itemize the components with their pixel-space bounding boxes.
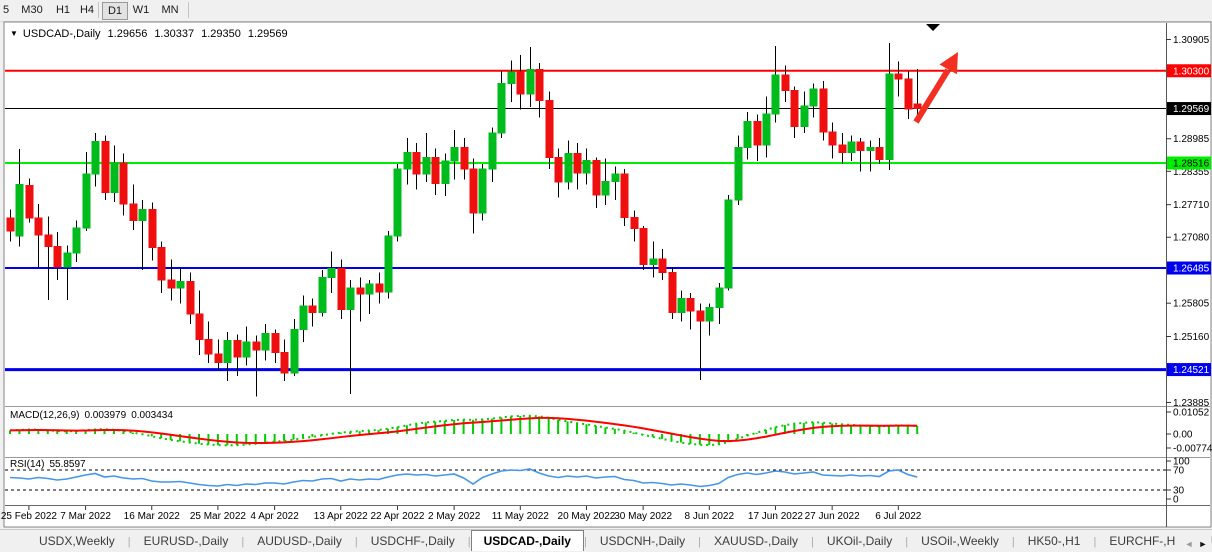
date-tick-label: 30 May 2022 — [614, 511, 672, 522]
chart-title: ▼ USDCAD-,Daily 1.29656 1.30337 1.29350 1.295… — [10, 28, 288, 40]
tab-ukoil-daily[interactable]: UKOil-,Daily — [814, 531, 905, 552]
rsi-axis-label: 70 — [1173, 466, 1185, 477]
macd-main-value: 0.003979 — [84, 410, 126, 421]
macd-axis-label: 0.01052 — [1173, 408, 1210, 419]
rsi-axis-label: 0 — [1173, 495, 1179, 506]
date-tick-label: 13 Apr 2022 — [314, 511, 368, 522]
tab-xauusd-daily[interactable]: XAUUSD-,Daily — [701, 531, 811, 552]
tab-audusd-daily[interactable]: AUDUSD-,Daily — [244, 531, 355, 552]
tab-usoil-weekly[interactable]: USOil-,Weekly — [908, 531, 1012, 552]
price-tick-label: 1.27080 — [1173, 233, 1210, 244]
rsi-label: RSI(14) 55.8597 — [10, 459, 86, 470]
tab-scroll-right-icon[interactable]: ► — [1196, 539, 1210, 549]
date-tick-label: 16 Mar 2022 — [124, 511, 181, 522]
date-tick-label: 25 Feb 2022 — [1, 511, 58, 522]
macd-signal-value: 0.003434 — [131, 410, 173, 421]
date-tick-label: 20 May 2022 — [558, 511, 616, 522]
tab-usdchf-daily[interactable]: USDCHF-,Daily — [358, 531, 468, 552]
macd-axis-label: -0.007744 — [1173, 444, 1212, 455]
date-tick-label: 27 Jun 2022 — [805, 511, 860, 522]
ohlc-open: 1.29656 — [108, 28, 148, 40]
date-tick-label: 11 May 2022 — [492, 511, 550, 522]
date-tick-label: 6 Jul 2022 — [875, 511, 922, 522]
ohlc-low: 1.29350 — [201, 28, 241, 40]
date-tick-label: 2 May 2022 — [428, 511, 481, 522]
date-tick-label: 22 Apr 2022 — [370, 511, 424, 522]
price-tick-label: 1.25805 — [1173, 299, 1210, 310]
price-box-label: 1.29569 — [1173, 104, 1210, 115]
chart-symbol-label: USDCAD-,Daily — [23, 28, 101, 40]
macd-indicator-name: MACD(12,26,9) — [10, 410, 79, 421]
symbol-tab-bar: USDX,Weekly|EURUSD-,Daily|AUDUSD-,Daily|… — [0, 529, 1212, 552]
rsi-indicator-name: RSI(14) — [10, 459, 44, 470]
macd-axis-label: 0.00 — [1173, 430, 1193, 441]
ohlc-high: 1.30337 — [154, 28, 194, 40]
rsi-value: 55.8597 — [49, 459, 85, 470]
tab-usdcnh-daily[interactable]: USDCNH-,Daily — [587, 531, 698, 552]
symbol-dropdown-icon[interactable]: ▼ — [10, 29, 18, 38]
tab-scrollers: ◄► — [1176, 534, 1210, 552]
date-tick-label: 25 Mar 2022 — [190, 511, 247, 522]
price-chart[interactable]: 1.309051.289851.283551.277101.270801.258… — [0, 0, 1212, 551]
date-tick-label: 8 Jun 2022 — [685, 511, 735, 522]
price-tick-label: 1.27710 — [1173, 200, 1210, 211]
price-box-label: 1.26485 — [1173, 264, 1210, 275]
price-tick-label: 1.30905 — [1173, 35, 1210, 46]
macd-label: MACD(12,26,9) 0.003979 0.003434 — [10, 410, 173, 421]
price-box-label: 1.30300 — [1173, 66, 1210, 77]
tab-usdx-weekly[interactable]: USDX,Weekly — [26, 531, 128, 552]
ohlc-close: 1.29569 — [248, 28, 288, 40]
price-tick-label: 1.25160 — [1173, 332, 1210, 343]
price-tick-label: 1.28985 — [1173, 134, 1210, 145]
price-box-label: 1.28516 — [1173, 159, 1210, 170]
tab-usdcad-daily[interactable]: USDCAD-,Daily — [471, 530, 584, 551]
price-box-label: 1.24521 — [1173, 365, 1210, 376]
tab-eurusd-daily[interactable]: EURUSD-,Daily — [131, 531, 242, 552]
date-tick-label: 4 Apr 2022 — [250, 511, 299, 522]
date-tick-label: 17 Jun 2022 — [748, 511, 803, 522]
date-tick-label: 7 Mar 2022 — [60, 511, 111, 522]
tab-scroll-left-icon[interactable]: ◄ — [1182, 539, 1196, 549]
tab-hk50-h1[interactable]: HK50-,H1 — [1015, 531, 1094, 552]
